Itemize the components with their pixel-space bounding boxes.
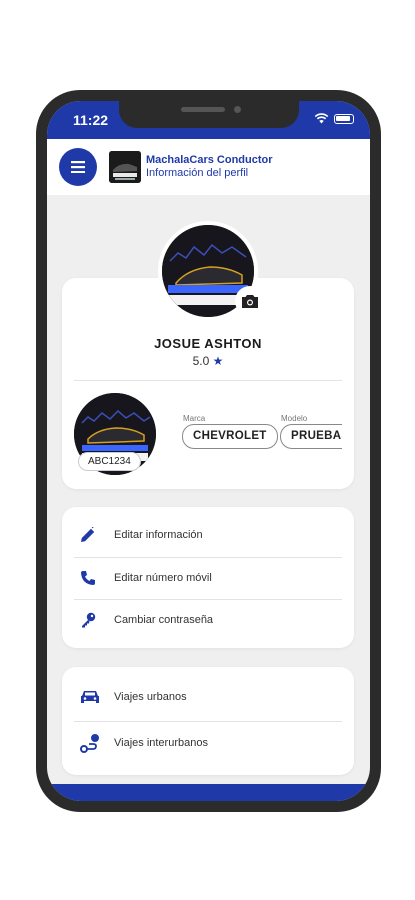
page-subtitle: Información del perfil: [146, 167, 249, 179]
app-title: MachalaCars Conductor: [146, 154, 273, 166]
trips-card: Viajes urbanos Viajes interurbanos: [62, 667, 354, 775]
bottom-bar: [47, 784, 370, 801]
brand-chip: CHEVROLET: [182, 424, 278, 449]
edit-phone-row[interactable]: Editar número móvil: [74, 558, 342, 598]
edit-info-label: Editar información: [114, 529, 203, 541]
notch: [119, 101, 299, 128]
status-icons: [314, 113, 354, 124]
car-icon: [74, 689, 108, 705]
pencil-icon: [74, 527, 108, 543]
intercity-trips-label: Viajes interurbanos: [114, 737, 208, 749]
urban-trips-label: Viajes urbanos: [114, 691, 187, 703]
driver-rating: 5.0 ★: [62, 354, 354, 368]
urban-trips-row[interactable]: Viajes urbanos: [74, 677, 342, 717]
rating-value: 5.0: [192, 354, 210, 368]
divider: [74, 380, 342, 381]
account-actions-card: Editar información Editar número móvil C…: [62, 507, 354, 648]
divider: [74, 721, 342, 722]
model-chip: PRUEBAS: [280, 424, 342, 449]
status-time: 11:22: [73, 112, 109, 128]
phone-frame: 11:22 MachalaCars Conductor Información …: [36, 90, 381, 812]
camera-icon: [242, 294, 258, 308]
driver-name: JOSUE ASHTON: [154, 336, 262, 351]
route-icon: [74, 733, 108, 753]
change-photo-button[interactable]: [235, 286, 265, 316]
edit-info-row[interactable]: Editar información: [74, 515, 342, 555]
phone-screen: 11:22 MachalaCars Conductor Información …: [47, 101, 370, 801]
plate-badge: ABC1234: [78, 452, 141, 471]
change-password-label: Cambiar contraseña: [114, 614, 214, 626]
speaker: [181, 107, 225, 112]
menu-button[interactable]: [59, 148, 97, 186]
brand-label: Marca: [183, 414, 206, 423]
wifi-icon: [314, 113, 329, 124]
intercity-trips-row[interactable]: Viajes interurbanos: [74, 723, 342, 763]
phone-icon: [74, 570, 108, 586]
star-icon: ★: [212, 354, 224, 368]
edit-phone-label: Editar número móvil: [114, 572, 212, 584]
status-bar: 11:22: [47, 101, 370, 139]
change-password-row[interactable]: Cambiar contraseña: [74, 600, 342, 640]
store-screenshot: 11:22 MachalaCars Conductor Información …: [0, 0, 415, 900]
front-camera: [234, 106, 241, 113]
app-header: MachalaCars Conductor Información del pe…: [47, 139, 370, 195]
battery-icon: [334, 113, 354, 124]
model-label: Modelo: [281, 414, 308, 423]
app-logo: [109, 151, 141, 183]
key-icon: [74, 612, 108, 628]
menu-icon: [71, 161, 85, 173]
